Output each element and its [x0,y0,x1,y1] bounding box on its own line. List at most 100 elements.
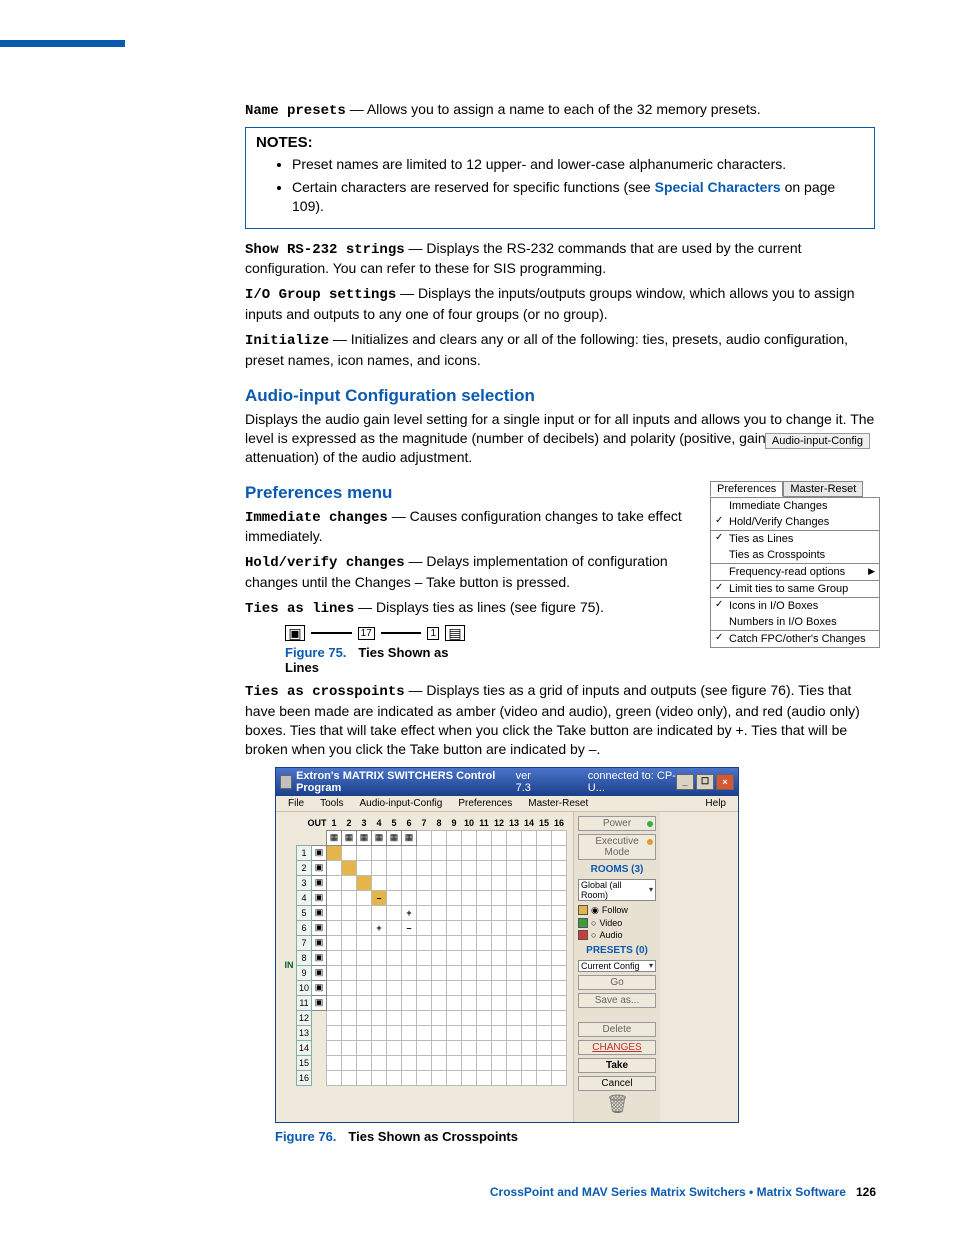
crosspoint-cell[interactable] [477,905,492,920]
crosspoint-cell[interactable] [477,1055,492,1070]
crosspoint-cell[interactable] [507,890,522,905]
crosspoint-cell[interactable] [417,995,432,1010]
crosspoint-cell[interactable] [372,1010,387,1025]
crosspoint-cell[interactable] [357,890,372,905]
crosspoint-cell[interactable] [372,1025,387,1040]
crosspoint-cell[interactable] [477,920,492,935]
crosspoint-cell[interactable] [327,920,342,935]
crosspoint-cell[interactable] [417,890,432,905]
crosspoint-cell[interactable] [372,920,387,935]
crosspoint-cell[interactable] [507,1040,522,1055]
crosspoint-cell[interactable] [492,875,507,890]
pref-menu-item[interactable]: Hold/Verify Changes [711,514,879,530]
crosspoint-cell[interactable] [462,1070,477,1085]
crosspoint-cell[interactable] [357,875,372,890]
crosspoint-cell[interactable] [477,1040,492,1055]
crosspoint-cell[interactable] [462,920,477,935]
crosspoint-cell[interactable] [552,890,567,905]
crosspoint-cell[interactable] [432,845,447,860]
crosspoint-cell[interactable] [357,995,372,1010]
crosspoint-cell[interactable] [387,845,402,860]
crosspoint-cell[interactable] [447,860,462,875]
crosspoint-cell[interactable] [402,890,417,905]
crosspoint-cell[interactable] [462,995,477,1010]
crosspoint-cell[interactable] [432,980,447,995]
crosspoint-cell[interactable] [342,1025,357,1040]
crosspoint-cell[interactable] [522,845,537,860]
crosspoint-cell[interactable] [447,1070,462,1085]
crosspoint-cell[interactable] [477,965,492,980]
crosspoint-cell[interactable] [492,860,507,875]
crosspoint-cell[interactable] [552,1070,567,1085]
crosspoint-cell[interactable] [522,890,537,905]
crosspoint-cell[interactable] [537,1055,552,1070]
pref-menu-item[interactable]: Catch FPC/other's Changes [711,631,879,647]
crosspoint-cell[interactable] [357,1025,372,1040]
crosspoint-cell[interactable] [507,980,522,995]
crosspoint-cell[interactable] [387,950,402,965]
crosspoint-cell[interactable] [327,935,342,950]
crosspoint-cell[interactable] [327,1010,342,1025]
crosspoint-cell[interactable] [447,995,462,1010]
crosspoint-cell[interactable] [357,845,372,860]
crosspoint-cell[interactable] [357,860,372,875]
cancel-button[interactable]: Cancel [578,1076,656,1091]
crosspoint-cell[interactable] [537,995,552,1010]
go-button[interactable]: Go [578,975,656,990]
crosspoint-cell[interactable] [387,935,402,950]
crosspoint-cell[interactable] [327,965,342,980]
crosspoint-cell[interactable] [552,1055,567,1070]
crosspoint-cell[interactable] [327,1025,342,1040]
crosspoint-cell[interactable] [552,860,567,875]
crosspoint-cell[interactable] [537,950,552,965]
crosspoint-cell[interactable] [432,890,447,905]
crosspoint-cell[interactable] [522,860,537,875]
crosspoint-cell[interactable] [477,845,492,860]
crosspoint-cell[interactable] [522,1070,537,1085]
crosspoint-cell[interactable] [417,920,432,935]
crosspoint-cell[interactable] [387,860,402,875]
crosspoint-cell[interactable] [372,1040,387,1055]
trash-icon[interactable]: 🗑 [606,1094,628,1118]
crosspoint-cell[interactable] [522,980,537,995]
crosspoint-cell[interactable] [327,950,342,965]
crosspoint-cell[interactable] [432,905,447,920]
executive-mode-button[interactable]: Executive Mode [578,834,656,860]
crosspoint-cell[interactable] [447,935,462,950]
crosspoint-cell[interactable] [432,1025,447,1040]
crosspoint-cell[interactable] [417,1070,432,1085]
menu-item[interactable]: Audio-input-Config [351,797,450,810]
menu-item[interactable]: Master-Reset [520,797,596,810]
crosspoint-cell[interactable] [537,905,552,920]
crosspoint-cell[interactable] [522,1040,537,1055]
crosspoint-cell[interactable] [507,935,522,950]
crosspoint-cell[interactable] [522,1025,537,1040]
crosspoint-cell[interactable] [492,905,507,920]
crosspoint-cell[interactable] [552,950,567,965]
crosspoint-cell[interactable] [357,980,372,995]
crosspoint-cell[interactable] [492,965,507,980]
crosspoint-cell[interactable] [327,1040,342,1055]
crosspoint-cell[interactable] [432,920,447,935]
crosspoint-cell[interactable] [492,890,507,905]
crosspoint-cell[interactable] [477,995,492,1010]
crosspoint-cell[interactable] [507,1025,522,1040]
crosspoint-cell[interactable] [447,980,462,995]
crosspoint-cell[interactable] [462,1010,477,1025]
crosspoint-cell[interactable] [342,1070,357,1085]
crosspoint-cell[interactable] [387,890,402,905]
crosspoint-cell[interactable] [507,860,522,875]
crosspoint-cell[interactable] [462,890,477,905]
crosspoint-cell[interactable] [462,935,477,950]
crosspoint-cell[interactable] [342,875,357,890]
crosspoint-cell[interactable] [372,905,387,920]
crosspoint-cell[interactable] [552,1040,567,1055]
crosspoint-cell[interactable] [402,920,417,935]
maximize-button[interactable]: ☐ [696,774,714,790]
crosspoint-cell[interactable] [477,1010,492,1025]
crosspoint-cell[interactable] [342,860,357,875]
crosspoint-cell[interactable] [387,1070,402,1085]
crosspoint-cell[interactable] [432,1010,447,1025]
crosspoint-cell[interactable] [522,875,537,890]
menu-item[interactable]: Tools [312,797,351,810]
